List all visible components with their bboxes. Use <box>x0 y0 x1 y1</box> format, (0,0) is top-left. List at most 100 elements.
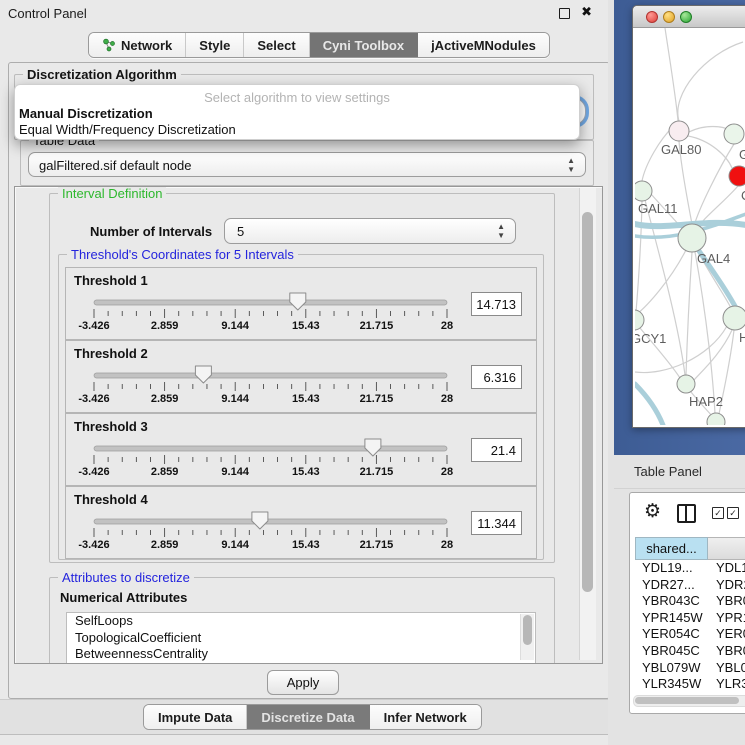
node-hap2[interactable] <box>677 375 695 393</box>
slider-tick-labels: -3.4262.8599.14415.4321.71528 <box>94 466 447 480</box>
slider-handle[interactable] <box>195 366 211 383</box>
threshold-slider-svg <box>86 509 455 539</box>
network-view-frame: GAL80GACGAL11GAL4GCY1HHAP2 <box>614 0 745 455</box>
select-none-checkbox-icon[interactable]: ✓ <box>727 507 739 519</box>
attribute-list-item[interactable]: BetweennessCentrality <box>67 646 535 663</box>
threshold-slider[interactable] <box>86 290 455 320</box>
network-icon <box>102 38 116 52</box>
tick-label: 2.859 <box>151 466 179 478</box>
network-view-window: GAL80GACGAL11GAL4GCY1HHAP2 <box>632 5 745 428</box>
table-row[interactable]: YPR145WYPR1 <box>635 610 745 627</box>
tab-jactivemnodules[interactable]: jActiveMNodules <box>418 33 549 57</box>
table-row[interactable]: YER054CYER0 <box>635 626 745 643</box>
table-row[interactable]: YBL079WYBL0 <box>635 660 745 677</box>
tick-label: 15.43 <box>292 466 320 478</box>
settings-scrollpane: Interval Definition Number of Intervals … <box>14 186 603 664</box>
network-edge <box>678 42 743 121</box>
node-gal80-label: GAL80 <box>661 142 701 157</box>
table-panel-title: Table Panel <box>634 464 702 479</box>
popup-option-manual-discretization[interactable]: Manual Discretization <box>19 106 153 121</box>
network-edge <box>636 201 642 312</box>
attribute-list-item[interactable]: SelfLoops <box>67 613 535 630</box>
tab-select[interactable]: Select <box>244 33 309 57</box>
mac-zoom-button[interactable] <box>680 11 692 23</box>
node-gal11[interactable] <box>635 181 652 201</box>
numerical-attributes-items: SelfLoopsTopologicalCoefficientBetweenne… <box>67 613 535 663</box>
threshold-value-field[interactable]: 11.344 <box>471 511 522 535</box>
number-of-intervals-label: Number of Intervals <box>90 224 212 239</box>
scrollbar-vertical[interactable] <box>579 188 596 660</box>
mac-minimize-button[interactable] <box>663 11 675 23</box>
attribute-list-item[interactable]: TopologicalCoefficient <box>67 630 535 647</box>
node-gcy1[interactable] <box>635 310 644 330</box>
node-gal11-label: GAL11 <box>638 201 678 216</box>
table-data-combobox[interactable]: galFiltered.sif default node ▲▼ <box>28 152 586 177</box>
settings-gear-icon[interactable]: ⚙ <box>644 502 661 521</box>
tick-label: 9.144 <box>221 539 249 551</box>
table-row[interactable]: YBR043CYBR0 <box>635 593 745 610</box>
table-cell-shared-name: YPR145W <box>635 610 708 627</box>
tick-label: 2.859 <box>151 393 179 405</box>
slider-tick-labels: -3.4262.8599.14415.4321.71528 <box>94 393 447 407</box>
network-edge <box>689 127 729 133</box>
tick-label: 2.859 <box>151 539 179 551</box>
threshold-value-field[interactable]: 6.316 <box>471 365 522 389</box>
tab-infer-network[interactable]: Infer Network <box>370 705 481 729</box>
network-edge-thick <box>635 384 663 425</box>
table-row[interactable]: YDR27...YDR2 <box>635 577 745 594</box>
tick-label: -3.426 <box>78 320 109 332</box>
node-clipped-bottom[interactable] <box>707 413 725 425</box>
columns-icon[interactable] <box>677 504 696 523</box>
mac-close-button[interactable] <box>646 11 658 23</box>
numerical-attributes-label: Numerical Attributes <box>60 590 187 605</box>
column-header-shared-name[interactable]: shared... <box>635 537 708 560</box>
threshold-value-field[interactable]: 21.4 <box>471 438 522 462</box>
threshold-panel: Threshold 1-3.4262.8599.14415.4321.71528… <box>65 267 537 340</box>
slider-handle[interactable] <box>252 512 268 529</box>
node-selected-red[interactable] <box>729 166 745 186</box>
network-edge <box>686 252 692 375</box>
tab-jactivemnodules-label: jActiveMNodules <box>431 38 536 53</box>
discretization-algorithm-group-title: Discretization Algorithm <box>23 67 181 82</box>
column-header-name[interactable]: na <box>708 537 745 560</box>
network-canvas[interactable]: GAL80GACGAL11GAL4GCY1HHAP2 <box>635 28 745 425</box>
select-all-checkbox-icon[interactable]: ✓ <box>712 507 724 519</box>
table-row[interactable]: YLR345WYLR3 <box>635 676 745 693</box>
table-horizontal-scrollbar[interactable] <box>633 695 745 707</box>
tab-network[interactable]: Network <box>89 33 186 57</box>
popup-option-equal-width-frequency[interactable]: Equal Width/Frequency Discretization <box>19 122 236 137</box>
threshold-slider[interactable] <box>86 436 455 466</box>
combo-updown-arrows-icon: ▲▼ <box>567 156 575 174</box>
threshold-slider[interactable] <box>86 509 455 539</box>
table-row[interactable]: YDL19...YDL1 <box>635 560 745 577</box>
slider-handle[interactable] <box>290 293 306 310</box>
number-of-intervals-spinner[interactable]: 5 ▲▼ <box>224 218 516 244</box>
node-gal4[interactable] <box>678 224 706 252</box>
apply-button[interactable]: Apply <box>267 670 339 695</box>
attributes-list-scrollbar[interactable] <box>520 614 534 660</box>
node-gal80[interactable] <box>669 121 689 141</box>
close-icon[interactable]: ✖ <box>581 4 592 20</box>
tab-discretize-data[interactable]: Discretize Data <box>247 705 369 729</box>
node-clipped-right[interactable] <box>723 306 745 330</box>
control-panel-titlebar: Control Panel ✖ <box>0 0 618 26</box>
table-panel-card: ⚙ ✓ ✓ shared... na YDL19...YDL1YDR27...Y… <box>629 492 745 714</box>
tab-style[interactable]: Style <box>186 33 244 57</box>
threshold-slider[interactable] <box>86 363 455 393</box>
table-row[interactable]: YBR045CYBR0 <box>635 643 745 660</box>
threshold-panels: Threshold 1-3.4262.8599.14415.4321.71528… <box>65 267 537 555</box>
network-window-titlebar[interactable] <box>633 6 745 28</box>
threshold-panel: Threshold 4-3.4262.8599.14415.4321.71528… <box>65 486 537 559</box>
tab-impute-data[interactable]: Impute Data <box>144 705 247 729</box>
table-toolbar: ⚙ ✓ ✓ <box>630 493 745 535</box>
threshold-label: Threshold 3 <box>74 419 148 434</box>
node-gal4-label: GAL4 <box>697 251 730 266</box>
tab-cyni-toolbox[interactable]: Cyni Toolbox <box>310 33 418 57</box>
float-window-icon[interactable] <box>559 8 570 19</box>
threshold-label: Threshold 4 <box>74 492 148 507</box>
slider-handle[interactable] <box>365 439 381 456</box>
threshold-value-field[interactable]: 14.713 <box>471 292 522 316</box>
threshold-slider-svg <box>86 436 455 466</box>
node-clipped-top-right[interactable] <box>724 124 744 144</box>
table-cell-shared-name: YDL19... <box>635 560 708 577</box>
